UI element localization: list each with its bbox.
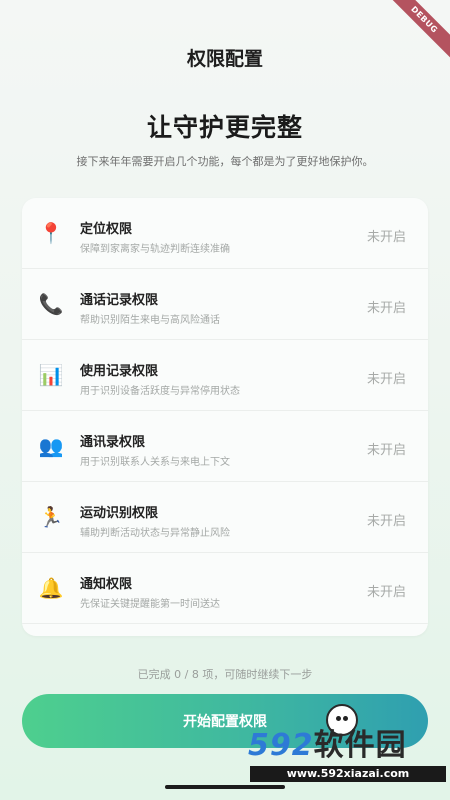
- permission-row-usage[interactable]: 📊 使用记录权限 用于识别设备活跃度与异常停用状态 未开启: [22, 340, 428, 411]
- permission-desc: 保障到家离家与轨迹判断连续准确: [80, 244, 230, 255]
- bell-icon: 🔔: [38, 576, 64, 600]
- watermark-text: 软件园: [313, 728, 407, 763]
- permission-name: 通知权限: [80, 577, 133, 592]
- running-person-icon: 🏃: [38, 505, 64, 529]
- permission-desc: 辅助判断活动状态与异常静止风险: [80, 528, 230, 539]
- home-indicator: [165, 785, 285, 789]
- permission-name: 通话记录权限: [80, 293, 159, 308]
- permission-list: 📍 定位权限 保障到家离家与轨迹判断连续准确 未开启 📞 通话记录权限 帮助识别…: [22, 198, 428, 636]
- permission-desc: 帮助识别陌生来电与高风险通话: [80, 315, 220, 326]
- hero-subtitle: 接下来年年需要开启几个功能，每个都是为了更好地保护你。: [76, 155, 374, 168]
- location-pin-icon: 📍: [38, 221, 64, 245]
- phone-icon: 📞: [38, 292, 64, 316]
- permission-name: 使用记录权限: [80, 364, 159, 379]
- permission-name: 通讯录权限: [80, 435, 146, 450]
- permission-status[interactable]: 未开启: [367, 297, 406, 316]
- permission-status[interactable]: 未开启: [367, 439, 406, 458]
- permission-status[interactable]: 未开启: [367, 510, 406, 529]
- permission-row-call-log[interactable]: 📞 通话记录权限 帮助识别陌生来电与高风险通话 未开启: [22, 269, 428, 340]
- permission-row-notification[interactable]: 🔔 通知权限 先保证关键提醒能第一时间送达 未开启: [22, 553, 428, 624]
- permission-row-contacts[interactable]: 👥 通讯录权限 用于识别联系人关系与来电上下文 未开启: [22, 411, 428, 482]
- permission-desc: 用于识别联系人关系与来电上下文: [80, 457, 230, 468]
- permission-status[interactable]: 未开启: [367, 368, 406, 387]
- bar-chart-icon: 📊: [38, 363, 64, 387]
- people-icon: 👥: [38, 434, 64, 458]
- permission-row-activity[interactable]: 🏃 运动识别权限 辅助判断活动状态与异常静止风险 未开启: [22, 482, 428, 553]
- page-title: 权限配置: [186, 48, 263, 70]
- watermark-logo: 592软件园: [248, 728, 448, 764]
- watermark-url: www.592xiazai.com: [250, 766, 446, 782]
- permission-name: 定位权限: [80, 222, 133, 237]
- watermark: 592软件园 www.592xiazai.com: [248, 728, 448, 784]
- permission-row-location[interactable]: 📍 定位权限 保障到家离家与轨迹判断连续准确 未开启: [22, 198, 428, 269]
- permission-name: 运动识别权限: [80, 506, 159, 521]
- permission-status[interactable]: 未开启: [367, 226, 406, 245]
- progress-text: 已完成 0 / 8 项，可随时继续下一步: [137, 668, 313, 681]
- permission-desc: 先保证关键提醒能第一时间送达: [80, 599, 220, 610]
- watermark-digits: 592: [248, 728, 314, 763]
- permission-status[interactable]: 未开启: [367, 581, 406, 600]
- permission-desc: 用于识别设备活跃度与异常停用状态: [80, 386, 240, 397]
- hero-title: 让守护更完整: [146, 113, 303, 142]
